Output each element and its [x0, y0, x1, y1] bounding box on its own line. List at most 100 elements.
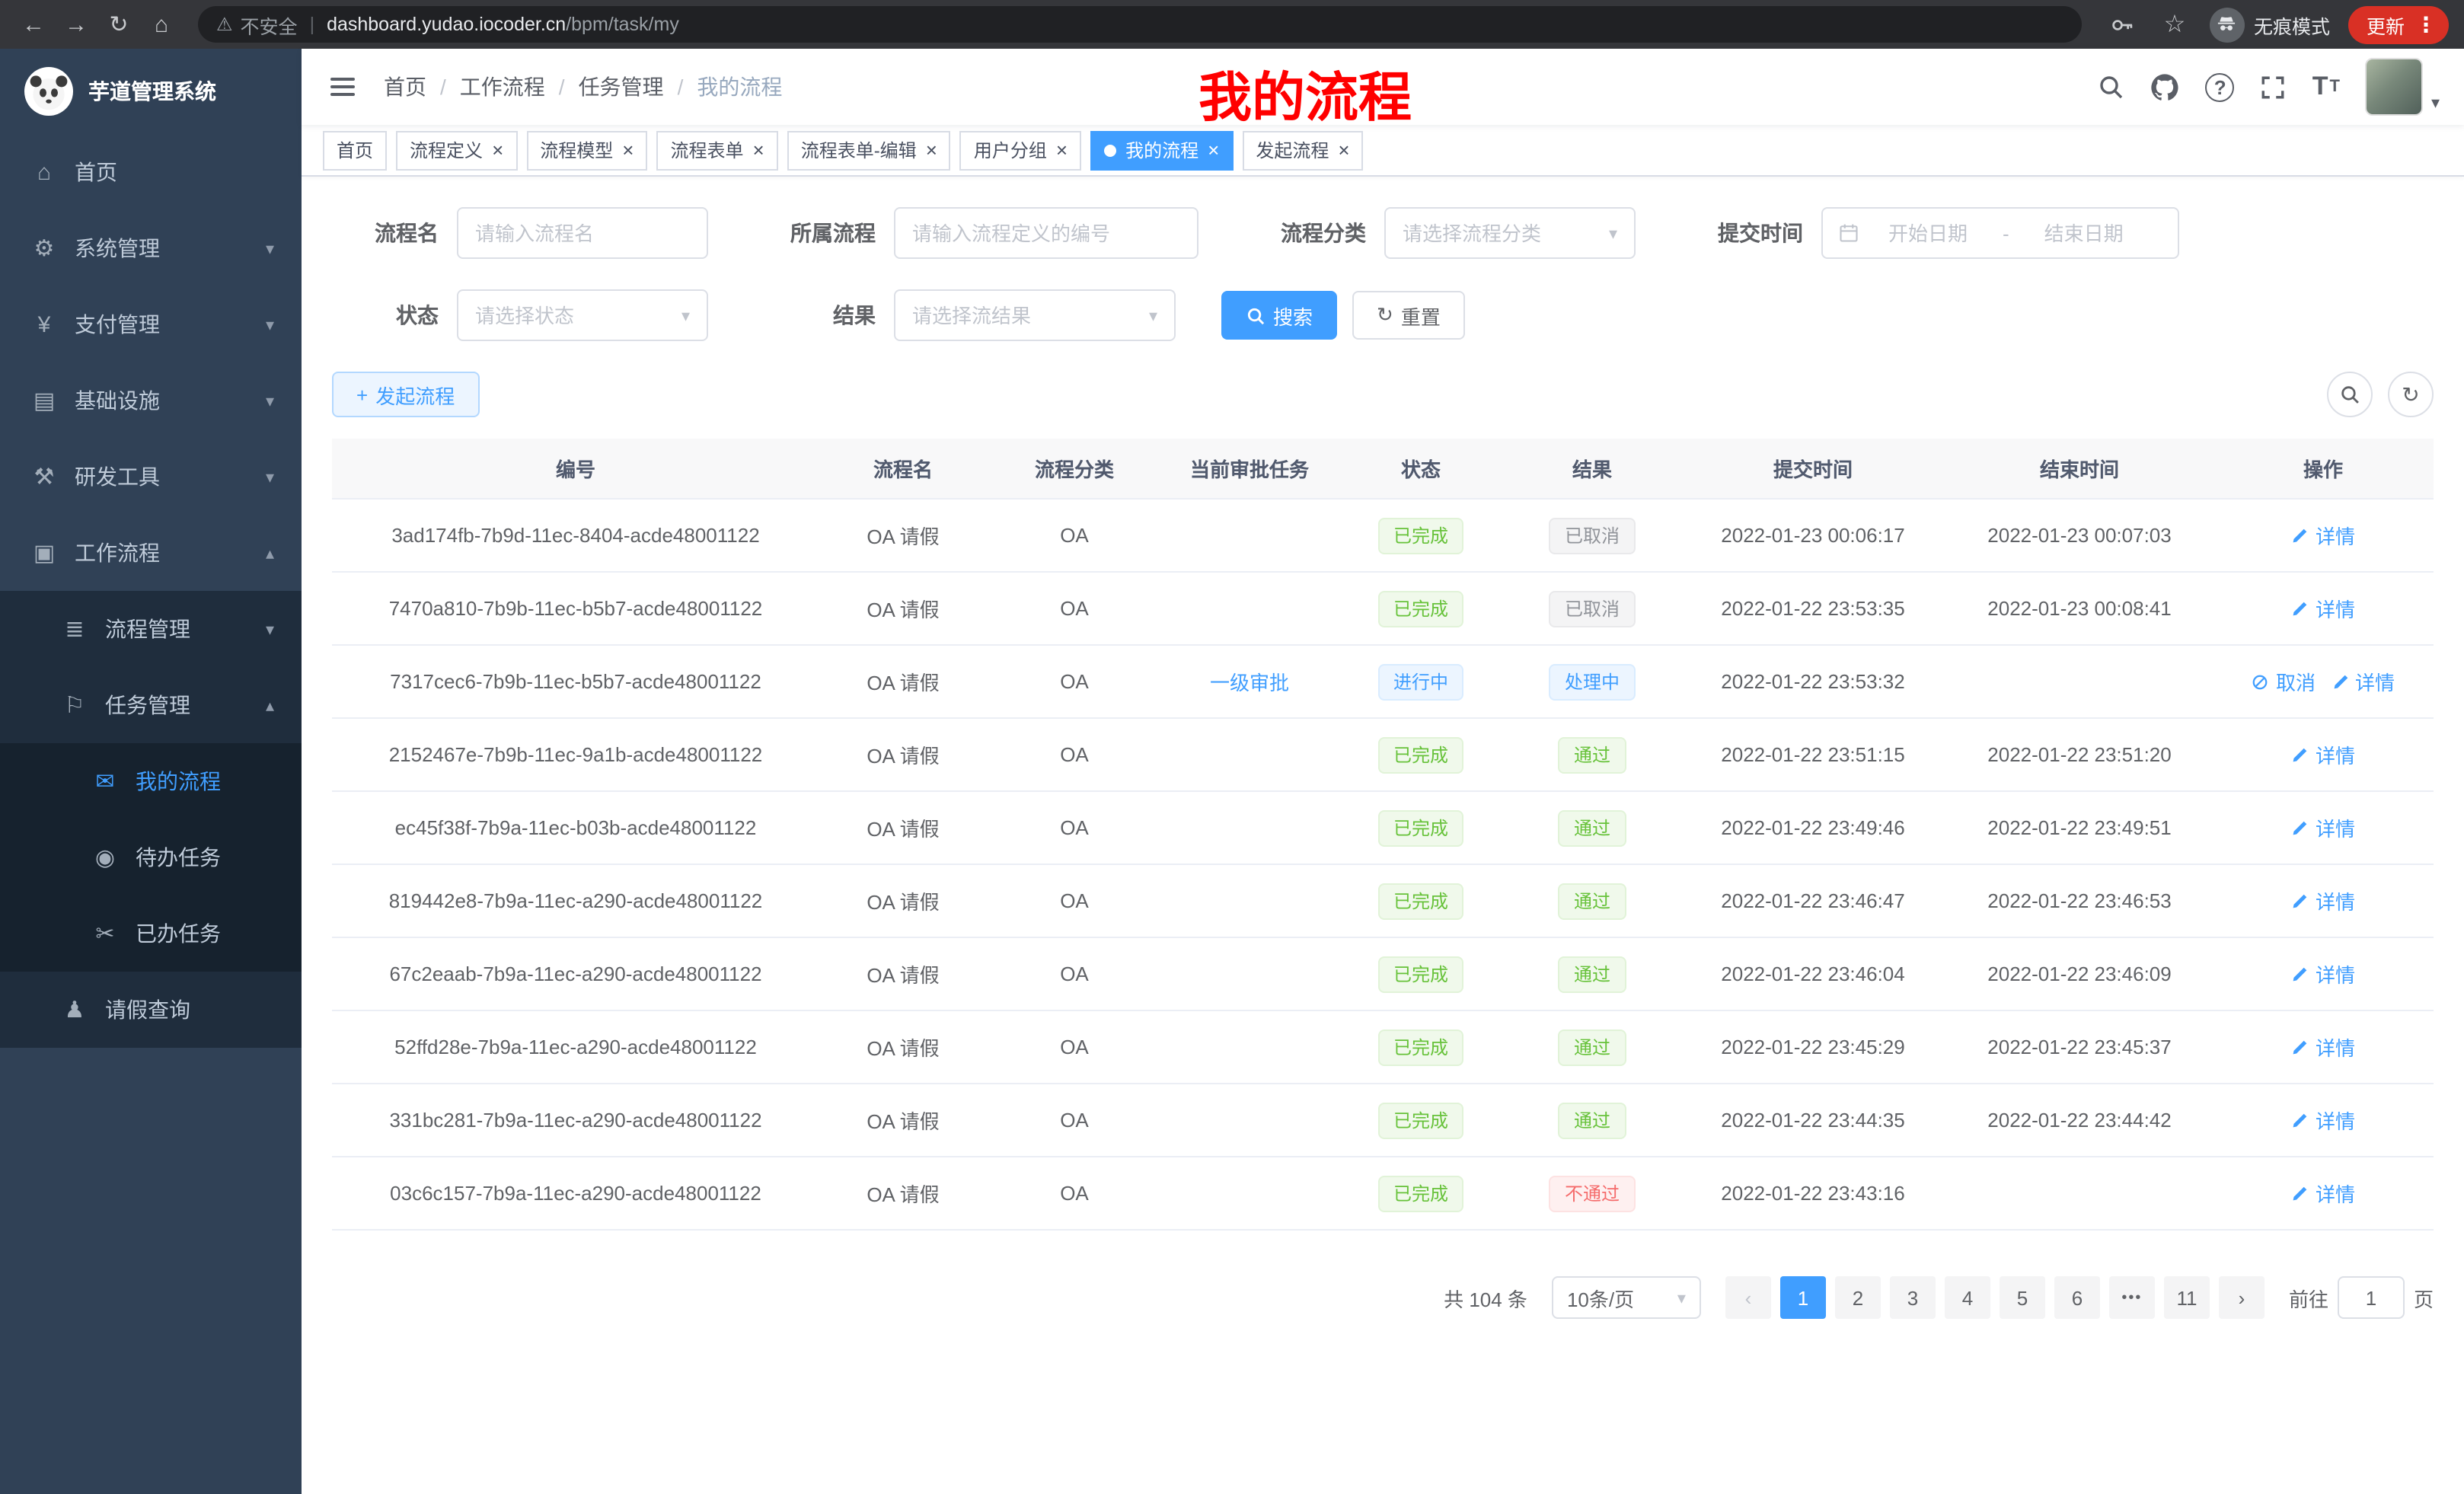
sidebar-item-label: 已办任务	[136, 918, 221, 949]
start-process-button[interactable]: + 发起流程	[332, 372, 479, 417]
sidebar-item-payment-management[interactable]: ¥ 支付管理 ▾	[0, 286, 302, 362]
detail-link[interactable]: 详情	[2291, 740, 2355, 769]
sidebar-item-task-management[interactable]: ⚐ 任务管理 ▴	[0, 667, 302, 743]
page-size-select[interactable]: 10条/页 ▾	[1552, 1276, 1701, 1319]
search-icon[interactable]	[2098, 73, 2125, 101]
status-label: 状态	[332, 300, 457, 330]
tab-start-process[interactable]: 发起流程 ×	[1242, 130, 1363, 170]
status-field[interactable]	[475, 304, 672, 327]
close-icon[interactable]: ×	[1338, 140, 1349, 160]
github-icon[interactable]	[2151, 72, 2180, 101]
next-page-button[interactable]: ›	[2219, 1276, 2265, 1319]
tab-my-process[interactable]: 我的流程 ×	[1090, 130, 1233, 170]
tab-user-group[interactable]: 用户分组 ×	[960, 130, 1081, 170]
tab-process-form[interactable]: 流程表单 ×	[656, 130, 777, 170]
detail-link[interactable]: 详情	[2291, 594, 2355, 623]
browser-menu-icon[interactable]: ⋮	[2415, 11, 2437, 37]
category-select[interactable]: ▾	[1384, 207, 1636, 259]
cell-result: 通过	[1505, 865, 1680, 937]
sidebar-item-my-process[interactable]: ✉ 我的流程	[0, 743, 302, 819]
sidebar-item-dev-tools[interactable]: ⚒ 研发工具 ▾	[0, 439, 302, 515]
close-icon[interactable]: ×	[753, 140, 764, 160]
yen-icon: ¥	[30, 311, 58, 337]
font-size-icon[interactable]: TT	[2312, 72, 2340, 102]
category-field[interactable]	[1403, 222, 1600, 244]
process-def-input[interactable]	[894, 207, 1198, 259]
end-date-field[interactable]	[2022, 222, 2146, 244]
fullscreen-icon[interactable]	[2261, 74, 2287, 100]
browser-back-button[interactable]: ←	[15, 5, 52, 44]
current-task-link[interactable]: 一级审批	[1210, 667, 1289, 696]
user-menu[interactable]: ▾	[2366, 58, 2440, 116]
result-field[interactable]	[912, 304, 1140, 327]
browser-home-button[interactable]: ⌂	[143, 5, 180, 44]
detail-link[interactable]: 详情	[2291, 1033, 2355, 1061]
page-button-11[interactable]: 11	[2164, 1276, 2210, 1319]
tab-process-form-edit[interactable]: 流程表单-编辑 ×	[787, 130, 951, 170]
close-icon[interactable]: ×	[622, 140, 634, 160]
sidebar-item-todo-tasks[interactable]: ◉ 待办任务	[0, 819, 302, 895]
cancel-link[interactable]: 取消	[2252, 667, 2316, 696]
close-icon[interactable]: ×	[492, 140, 503, 160]
sidebar-item-leave-query[interactable]: ♟ 请假查询	[0, 972, 302, 1048]
result-tag: 已取消	[1550, 590, 1635, 627]
breadcrumb-workflow[interactable]: 工作流程	[460, 72, 545, 102]
bookmark-star-icon[interactable]: ☆	[2158, 8, 2191, 41]
page-ellipsis-button[interactable]: •••	[2109, 1276, 2155, 1319]
close-icon[interactable]: ×	[926, 140, 937, 160]
browser-reload-button[interactable]: ↻	[101, 5, 137, 44]
detail-link[interactable]: 详情	[2291, 1179, 2355, 1208]
password-key-icon[interactable]	[2106, 8, 2140, 41]
result-select[interactable]: ▾	[894, 289, 1176, 341]
filter-row-1: 流程名 所属流程 流程分类 ▾ 提交时间	[332, 207, 2434, 259]
close-icon[interactable]: ×	[1056, 140, 1068, 160]
detail-link[interactable]: 详情	[2331, 667, 2395, 696]
tab-process-model[interactable]: 流程模型 ×	[526, 130, 647, 170]
sidebar-item-home[interactable]: ⌂ 首页	[0, 134, 302, 210]
page-button-3[interactable]: 3	[1890, 1276, 1936, 1319]
detail-link[interactable]: 详情	[2291, 886, 2355, 915]
start-date-field[interactable]	[1866, 222, 1990, 244]
table-row: 52ffd28e-7b9a-11ec-a290-acde48001122 OA …	[332, 1011, 2434, 1084]
page-button-2[interactable]: 2	[1835, 1276, 1881, 1319]
detail-link[interactable]: 详情	[2291, 1106, 2355, 1135]
sidebar-logo[interactable]: 芋道管理系统	[0, 49, 302, 134]
sidebar-item-process-management[interactable]: ≣ 流程管理 ▾	[0, 591, 302, 667]
page-button-4[interactable]: 4	[1945, 1276, 1990, 1319]
status-select[interactable]: ▾	[457, 289, 708, 341]
address-bar[interactable]: ⚠ 不安全 | dashboard.yudao.iocoder.cn /bpm/…	[198, 6, 2082, 43]
sidebar-item-system-management[interactable]: ⚙ 系统管理 ▾	[0, 210, 302, 286]
cell-id: 52ffd28e-7b9a-11ec-a290-acde48001122	[332, 1011, 819, 1083]
search-button[interactable]: 搜索	[1221, 291, 1337, 340]
page-button-6[interactable]: 6	[2054, 1276, 2100, 1319]
sidebar-item-done-tasks[interactable]: ✂ 已办任务	[0, 895, 302, 972]
process-name-field[interactable]	[475, 222, 690, 244]
toggle-search-button[interactable]	[2327, 372, 2373, 417]
submit-time-range-picker[interactable]: -	[1821, 207, 2179, 259]
tab-process-definition[interactable]: 流程定义 ×	[396, 130, 517, 170]
sidebar-item-workflow[interactable]: ▣ 工作流程 ▴	[0, 515, 302, 591]
detail-link[interactable]: 详情	[2291, 959, 2355, 988]
page-button-1[interactable]: 1	[1780, 1276, 1826, 1319]
browser-forward-button[interactable]: →	[58, 5, 94, 44]
refresh-table-button[interactable]: ↻	[2388, 372, 2434, 417]
table-row: 03c6c157-7b9a-11ec-a290-acde48001122 OA …	[332, 1157, 2434, 1231]
goto-page-input[interactable]	[2338, 1276, 2405, 1319]
page-button-5[interactable]: 5	[2000, 1276, 2045, 1319]
prev-page-button[interactable]: ‹	[1725, 1276, 1771, 1319]
avatar[interactable]	[2366, 58, 2424, 116]
process-name-input[interactable]	[457, 207, 708, 259]
detail-link[interactable]: 详情	[2291, 813, 2355, 842]
browser-update-button[interactable]: 更新 ⋮	[2348, 5, 2449, 43]
breadcrumb-home[interactable]: 首页	[384, 72, 426, 102]
cell-category: OA	[987, 1011, 1162, 1083]
reset-button[interactable]: ↻ 重置	[1352, 291, 1465, 340]
close-icon[interactable]: ×	[1208, 140, 1219, 160]
sidebar-collapse-icon[interactable]	[326, 70, 359, 104]
breadcrumb-task-management[interactable]: 任务管理	[579, 72, 664, 102]
sidebar-item-infrastructure[interactable]: ▤ 基础设施 ▾	[0, 362, 302, 439]
tab-home[interactable]: 首页	[323, 130, 387, 170]
process-def-field[interactable]	[912, 222, 1180, 244]
help-icon[interactable]: ?	[2206, 72, 2235, 101]
detail-link[interactable]: 详情	[2291, 521, 2355, 550]
